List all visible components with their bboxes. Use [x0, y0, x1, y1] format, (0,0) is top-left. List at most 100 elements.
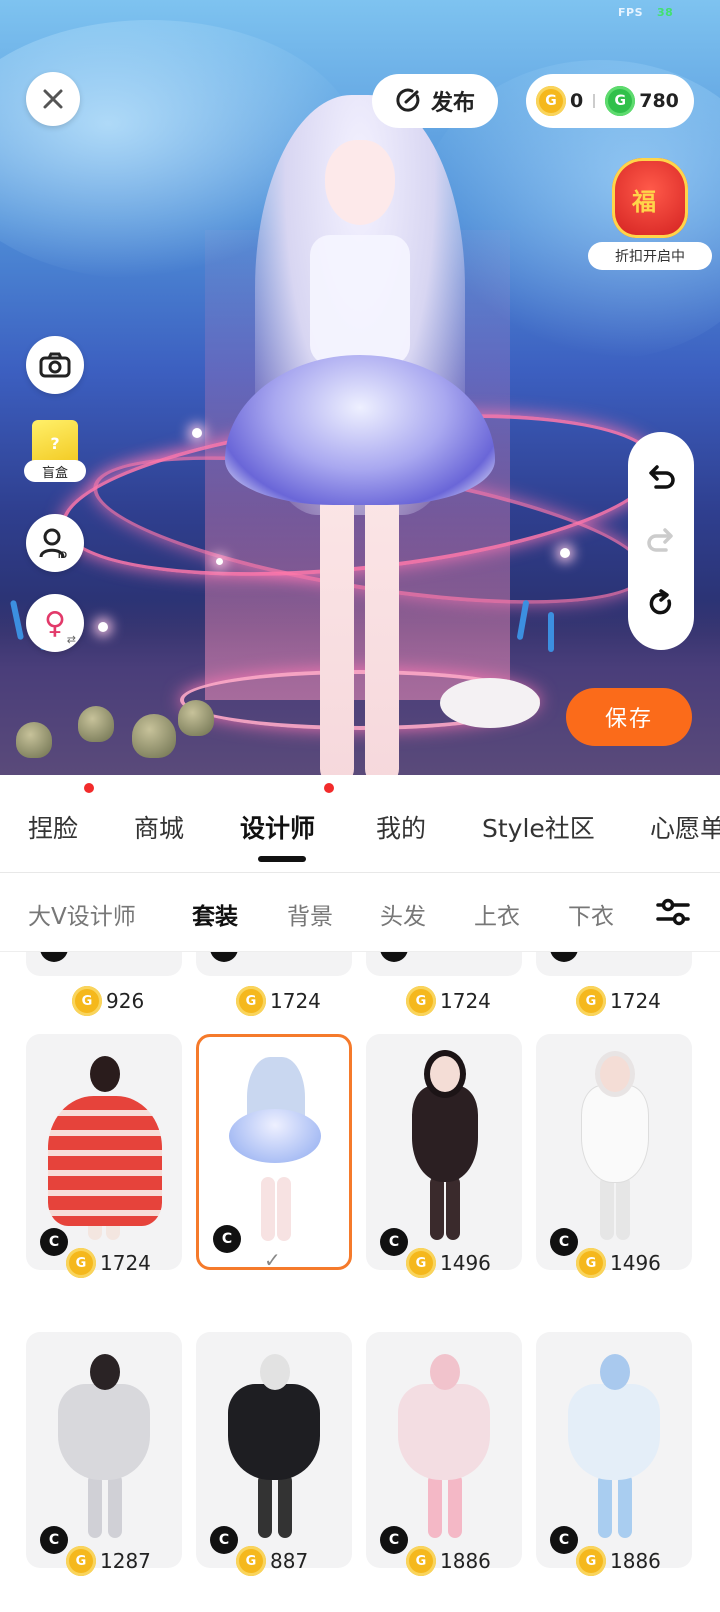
publish-icon	[396, 88, 420, 112]
sub-category-tabs: 大V设计师 套装 背景 头发 上衣 下衣	[0, 873, 720, 951]
preview-leg	[428, 1474, 442, 1538]
gold-coin-icon: G	[406, 986, 436, 1016]
tab-face[interactable]: 捏脸	[28, 809, 78, 845]
price-tag: G 1886	[406, 1544, 491, 1578]
outfit-preview	[54, 1354, 154, 1544]
gender-switch-button[interactable]: ♀ ⇄	[26, 594, 84, 652]
outfit-preview	[394, 1056, 494, 1246]
selected-check-icon: ✓	[264, 1248, 281, 1272]
mushroom	[78, 706, 114, 742]
tab-mine[interactable]: 我的	[376, 809, 426, 845]
preview-leg	[598, 1474, 612, 1538]
outfit-card-pink-hoodie[interactable]: C	[366, 1332, 522, 1568]
outfit-preview	[48, 1056, 162, 1246]
preview-hair	[260, 1354, 290, 1390]
notification-dot	[324, 783, 334, 793]
pet-companion	[440, 678, 540, 728]
gold-coin-icon: G	[66, 1248, 96, 1278]
outfit-card-black-gothic[interactable]: C	[366, 1034, 522, 1270]
price-value: 1886	[610, 1549, 661, 1573]
tab-designer[interactable]: 设计师	[240, 809, 315, 845]
female-icon: ♀	[44, 605, 66, 641]
outfit-card-white-gothic[interactable]: C	[536, 1034, 692, 1270]
creator-badge: C	[380, 952, 408, 962]
blind-box-label: 盲盒	[24, 460, 86, 482]
subtab-top-designers[interactable]: 大V设计师	[28, 897, 136, 931]
divider	[593, 94, 596, 108]
price-tag: G 1886	[576, 1544, 661, 1578]
preview-dress	[229, 1109, 321, 1163]
price-value: 887	[270, 1549, 309, 1573]
green-coin-balance: 780	[639, 90, 679, 112]
preview-hair	[430, 1056, 460, 1092]
outfit-card-black-hoodie[interactable]: C	[196, 1332, 352, 1568]
preview-leg	[278, 1474, 292, 1538]
redo-icon[interactable]	[646, 526, 676, 554]
discount-promo-button[interactable]: 福 折扣开启中	[588, 150, 712, 272]
close-button[interactable]	[26, 72, 80, 126]
creator-badge: C	[213, 1225, 241, 1253]
avatar-character[interactable]	[215, 95, 505, 775]
avatar-stage[interactable]: FPS 38 发布 G 0 G 780 福 折扣开启中 ? 盲盒 ID ♀ ⇄ …	[0, 0, 720, 775]
publish-button[interactable]: 发布	[372, 74, 498, 128]
price-value: 1724	[610, 989, 661, 1013]
preview-leg	[618, 1474, 632, 1538]
sparkle	[192, 428, 202, 438]
preview-hair	[90, 1354, 120, 1390]
price-tag: G 1496	[576, 1246, 661, 1280]
creator-badge: C	[40, 1228, 68, 1256]
subtab-bottoms[interactable]: 下衣	[568, 897, 614, 931]
seaweed	[548, 612, 554, 652]
outfit-card[interactable]: C	[196, 952, 352, 976]
creator-badge: C	[550, 1228, 578, 1256]
fps-counter: FPS 38	[618, 6, 673, 19]
reset-icon[interactable]	[646, 588, 676, 619]
preview-hair	[600, 1056, 630, 1092]
preview-hair	[600, 1354, 630, 1390]
gold-coin-icon: G	[576, 986, 606, 1016]
preview-dress	[582, 1086, 648, 1182]
preview-leg	[448, 1474, 462, 1538]
outfit-card[interactable]: C	[366, 952, 522, 976]
outfit-card-jellyfish-selected[interactable]: C	[196, 1034, 352, 1270]
publish-label: 发布	[430, 91, 475, 116]
filter-icon[interactable]	[654, 893, 692, 931]
blind-box-button[interactable]: ? 盲盒	[24, 420, 86, 484]
tab-style-community[interactable]: Style社区	[482, 809, 595, 845]
gold-coin-icon: G	[236, 986, 266, 1016]
outfit-card[interactable]: C	[26, 952, 182, 976]
subtab-background[interactable]: 背景	[287, 897, 333, 931]
price-tag: G 1724	[576, 984, 661, 1018]
creator-badge: C	[380, 1228, 408, 1256]
character-top	[310, 235, 410, 365]
save-button[interactable]: 保存	[566, 688, 692, 746]
outfit-card-blue-hoodie[interactable]: C	[536, 1332, 692, 1568]
undo-icon[interactable]	[646, 463, 676, 491]
currency-balance[interactable]: G 0 G 780	[526, 74, 694, 128]
lucky-bag-icon: 福	[612, 158, 688, 238]
mushroom	[178, 700, 214, 736]
tab-mall[interactable]: 商城	[134, 809, 184, 845]
subtab-hair[interactable]: 头发	[380, 897, 426, 931]
gold-coin-icon: G	[236, 1546, 266, 1576]
user-id-icon: ID	[39, 528, 68, 560]
price-value: 1496	[440, 1251, 491, 1275]
camera-button[interactable]	[26, 336, 84, 394]
preview-leg	[446, 1176, 460, 1240]
outfit-card-grey-hoodie[interactable]: C	[26, 1332, 182, 1568]
price-value: 1886	[440, 1549, 491, 1573]
outfit-card[interactable]: C	[536, 952, 692, 976]
outfit-card-red-gown[interactable]: C	[26, 1034, 182, 1270]
preview-dress	[48, 1096, 162, 1226]
avatar-id-button[interactable]: ID	[26, 514, 84, 572]
price-tag: G 1724	[236, 984, 321, 1018]
gold-coin-icon: G	[72, 986, 102, 1016]
subtab-outfits[interactable]: 套装	[192, 897, 238, 931]
character-face	[325, 140, 395, 225]
gold-coin-icon: G	[536, 86, 566, 116]
outfit-preview	[394, 1354, 494, 1544]
subtab-tops[interactable]: 上衣	[474, 897, 520, 931]
close-icon	[43, 89, 63, 109]
preview-leg	[600, 1176, 614, 1240]
tab-wishlist[interactable]: 心愿单	[650, 809, 720, 845]
